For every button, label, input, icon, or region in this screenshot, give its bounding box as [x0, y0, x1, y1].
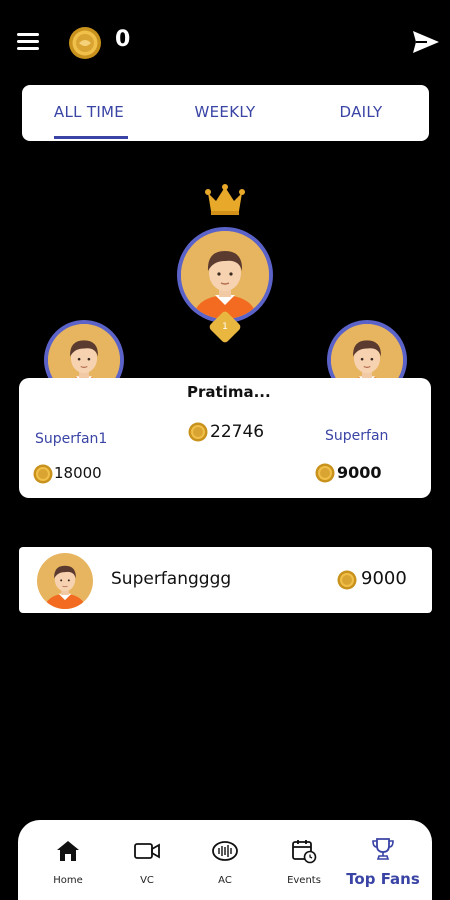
nav-home[interactable]: Home	[33, 820, 103, 900]
second-place-name: Superfan1	[35, 431, 108, 447]
bottom-navigation: Home VC AC Events Top Fans	[18, 820, 432, 900]
home-icon	[57, 841, 79, 861]
coin-icon	[315, 463, 335, 483]
avatar	[181, 231, 269, 319]
nav-events[interactable]: Events	[269, 820, 339, 900]
video-camera-icon	[134, 843, 160, 859]
nav-label: AC	[218, 875, 232, 886]
tab-daily[interactable]: DAILY	[322, 85, 400, 141]
coin-balance: 0	[115, 27, 131, 52]
first-place-name: Pratima...	[187, 383, 271, 401]
send-icon[interactable]	[411, 28, 441, 56]
crown-icon	[205, 184, 245, 215]
rank-number: 1	[222, 322, 228, 332]
nav-vc[interactable]: VC	[112, 820, 182, 900]
calendar-clock-icon	[292, 840, 317, 864]
list-item[interactable]: Superfangggg 9000	[19, 547, 432, 613]
third-place-score: 9000	[337, 463, 382, 482]
first-place-score: 22746	[210, 422, 265, 442]
list-item-score: 9000	[361, 568, 407, 589]
user-portrait-icon	[37, 553, 93, 609]
period-tabs: ALL TIME WEEKLY DAILY	[22, 85, 429, 141]
nav-label-active: Top Fans	[346, 870, 420, 888]
menu-icon[interactable]	[17, 33, 41, 51]
nav-label: VC	[140, 875, 154, 886]
nav-label: Home	[53, 875, 83, 886]
active-tab-indicator	[54, 136, 128, 139]
nav-ac[interactable]: AC	[190, 820, 260, 900]
podium-card: Pratima... 22746 Superfan1 18000 Superfa…	[19, 378, 431, 498]
tab-all-time[interactable]: ALL TIME	[44, 85, 134, 141]
audio-call-icon	[212, 841, 238, 861]
trophy-icon	[372, 838, 394, 860]
top-bar: 0	[0, 0, 450, 84]
avatar-first-place[interactable]: 1	[177, 227, 273, 344]
coin-icon	[69, 27, 101, 59]
nav-top-fans[interactable]: Top Fans	[341, 820, 425, 900]
coin-icon	[188, 422, 208, 442]
tab-weekly[interactable]: WEEKLY	[182, 85, 268, 141]
coin-icon	[337, 570, 357, 590]
avatar	[37, 553, 93, 609]
coin-icon	[33, 464, 53, 484]
second-place-score: 18000	[54, 464, 102, 482]
third-place-name: Superfan	[325, 428, 389, 444]
nav-label: Events	[287, 875, 321, 886]
list-item-name: Superfangggg	[111, 569, 232, 589]
user-portrait-icon	[181, 231, 269, 319]
rank-badge-first: 1	[208, 310, 242, 344]
